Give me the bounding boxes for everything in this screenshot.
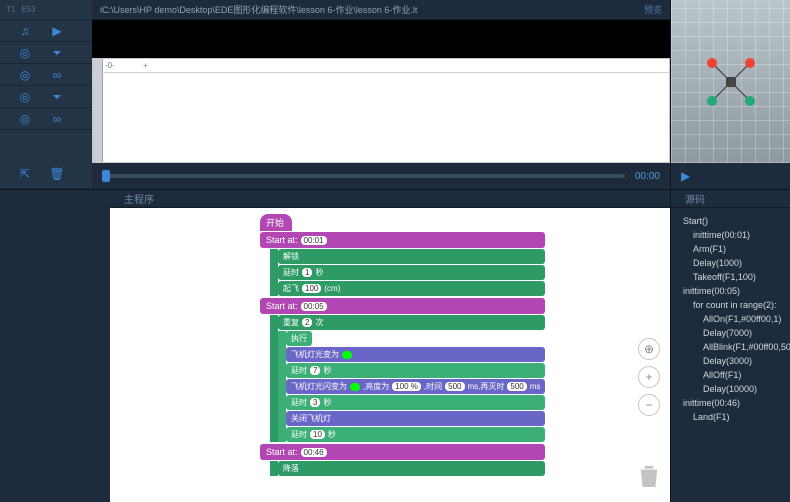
preview-link[interactable]: 预览: [644, 3, 662, 16]
workspace-trash-icon[interactable]: [638, 463, 660, 492]
video-preview-strip: [92, 20, 670, 58]
source-line: Delay(1000): [675, 256, 786, 270]
source-panel: 源码 Start()inittime(00:01)Arm(F1)Delay(10…: [670, 190, 790, 502]
block-takeoff[interactable]: 起飞 100 (cm): [278, 281, 545, 296]
link-icon[interactable]: ∞: [50, 68, 64, 82]
block-workspace[interactable]: 开始 Start at: 00:01 解锁 延时 1 秒 起飞 100 (c: [110, 208, 670, 502]
source-line: inittime(00:01): [675, 228, 786, 242]
bulb-icon[interactable]: ◎: [18, 68, 32, 82]
source-line: inittime(00:05): [675, 284, 786, 298]
block-arm[interactable]: 解锁: [278, 249, 545, 264]
source-line: Delay(10000): [675, 382, 786, 396]
source-line: Land(F1): [675, 410, 786, 424]
source-line: Arm(F1): [675, 242, 786, 256]
link-icon[interactable]: ∞: [50, 112, 64, 126]
left-toolbar: T1 E53 ♫ ▶ ◎ ◎ ∞ ◎ ◎ ∞ ⇱ 🗑: [0, 0, 92, 189]
block-led-off[interactable]: 关闭飞机灯: [286, 411, 545, 426]
source-line: inittime(00:46): [675, 396, 786, 410]
center-column: i C:\Users\HP demo\Desktop\EDE图形化编程软件\le…: [92, 0, 670, 189]
color-swatch-green[interactable]: [350, 383, 360, 391]
bulb-icon[interactable]: ◎: [18, 90, 32, 104]
workspace-controls: ⊕ + −: [638, 338, 660, 416]
block-start-at-2[interactable]: Start at: 00:05: [260, 298, 545, 314]
timeline-thumb[interactable]: [102, 170, 110, 182]
toolbar-row-bottom: ⇱ 🗑: [0, 159, 92, 189]
preview-3d-view[interactable]: [671, 0, 790, 163]
block-hat-start[interactable]: 开始: [260, 214, 292, 231]
script-panel-header: 主程序: [110, 190, 670, 208]
script-panel: 主程序 开始 Start at: 00:01 解锁 延时 1 秒: [0, 190, 670, 502]
block-start-at-3[interactable]: Start at: 00:46: [260, 444, 545, 460]
source-line: Start(): [675, 214, 786, 228]
block-repeat[interactable]: 重复 2 次: [278, 315, 545, 330]
block-stack[interactable]: 开始 Start at: 00:01 解锁 延时 1 秒 起飞 100 (c: [260, 214, 545, 476]
drone-icon: [706, 57, 756, 107]
logo-part-b: E53: [21, 5, 35, 14]
toolbar-row-light-1: ◎: [0, 42, 92, 64]
block-delay-10[interactable]: 延时 10 秒: [286, 427, 545, 442]
play-icon[interactable]: ▶: [50, 24, 64, 38]
track-area[interactable]: -0- +: [92, 58, 670, 163]
track-gutter[interactable]: [93, 59, 103, 162]
block-delay-3[interactable]: 延时 3 秒: [286, 395, 545, 410]
music-icon[interactable]: ♫: [18, 24, 32, 38]
chevron-down-icon[interactable]: [50, 46, 64, 60]
block-start-at-1[interactable]: Start at: 00:01: [260, 232, 545, 248]
source-line: AllBlink(F1,#00ff00,500,500,1): [675, 340, 786, 354]
bulb-icon[interactable]: ◎: [18, 112, 32, 126]
block-land[interactable]: 降落: [278, 461, 545, 476]
source-line: AllOn(F1,#00ff00,1): [675, 312, 786, 326]
track-ruler: -0- +: [93, 59, 669, 73]
source-line: Delay(3000): [675, 354, 786, 368]
source-line: Takeoff(F1,100): [675, 270, 786, 284]
toolbar-row-music-play: ♫ ▶: [0, 20, 92, 42]
target-button[interactable]: ⊕: [638, 338, 660, 360]
preview-play-icon[interactable]: ▶: [681, 169, 690, 183]
zoom-out-button[interactable]: −: [638, 394, 660, 416]
toolbar-row-light-4: ◎ ∞: [0, 108, 92, 130]
color-swatch-green[interactable]: [342, 351, 352, 359]
source-panel-title: 源码: [685, 191, 705, 206]
ruler-mark-1: +: [143, 61, 148, 70]
chevron-down-icon[interactable]: [50, 90, 64, 104]
path-bar: i C:\Users\HP demo\Desktop\EDE图形化编程软件\le…: [92, 0, 670, 20]
trash-icon[interactable]: 🗑: [50, 167, 64, 181]
zoom-in-button[interactable]: +: [638, 366, 660, 388]
script-panel-title: 主程序: [124, 191, 154, 206]
file-path: C:\Users\HP demo\Desktop\EDE图形化编程软件\less…: [102, 3, 417, 16]
ruler-mark-0: -0-: [105, 61, 115, 70]
block-led-blink[interactable]: 飞机灯光闪变为 ,亮度为 100 % ,时间 500 ms,再灭时 500 ms: [286, 379, 545, 394]
logo-part-a: T1: [6, 5, 15, 14]
source-panel-header: 源码: [671, 190, 790, 208]
export-icon[interactable]: ⇱: [18, 167, 32, 181]
timeline-slider[interactable]: [102, 174, 625, 178]
bulb-icon[interactable]: ◎: [18, 46, 32, 60]
source-code-body: Start()inittime(00:01)Arm(F1)Delay(1000)…: [671, 208, 790, 502]
source-line: for count in range(2):: [675, 298, 786, 312]
timeline-time: 00:00: [635, 171, 660, 182]
block-led-on[interactable]: 飞机灯光变为: [286, 347, 545, 362]
toolbar-row-light-3: ◎: [0, 86, 92, 108]
block-delay-7[interactable]: 延时 7 秒: [286, 363, 545, 378]
source-line: Delay(7000): [675, 326, 786, 340]
block-delay-1[interactable]: 延时 1 秒: [278, 265, 545, 280]
timeline: 00:00: [92, 163, 670, 189]
app-logo: T1 E53: [0, 0, 92, 20]
preview-panel: ▶: [670, 0, 790, 189]
source-line: AllOff(F1): [675, 368, 786, 382]
preview-footer: ▶: [671, 163, 790, 189]
block-exec-label[interactable]: 执行: [286, 331, 312, 346]
toolbar-row-light-2: ◎ ∞: [0, 64, 92, 86]
